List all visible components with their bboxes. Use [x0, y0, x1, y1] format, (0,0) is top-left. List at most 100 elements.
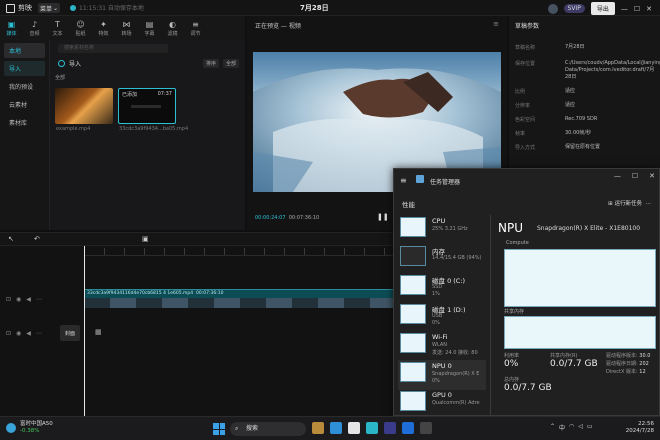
select-tool-icon[interactable]: ↖ [8, 235, 14, 243]
undo-icon[interactable]: ↶ [34, 235, 40, 243]
tool-text[interactable]: T 文本 [46, 16, 69, 40]
thumb-duration: 07:37 [157, 91, 172, 97]
more-icon[interactable]: ⋯ [36, 296, 42, 303]
perf-item[interactable]: 磁盘 0 (C:) SSD 1% [398, 273, 486, 303]
menu-button[interactable]: 菜单 ⌄ [38, 3, 60, 13]
lock-icon[interactable]: ⊡ [6, 296, 11, 303]
import-icon [58, 60, 65, 67]
perf-item[interactable]: 磁盘 1 (D:) USB 0% [398, 302, 486, 332]
adjust-icon: ≡ [192, 19, 199, 29]
screenshot-icon[interactable]: ▣ [142, 235, 149, 243]
volume-icon[interactable]: ◁ [578, 423, 583, 432]
start-button[interactable] [213, 423, 225, 435]
tool-caption[interactable]: ▤ 字幕 [138, 16, 161, 40]
driver-info: 驱动程序版本: 30.0 驱动程序日期: 202 DirectX 版本: 12 [606, 352, 650, 376]
media-thumb-example[interactable] [55, 88, 113, 124]
minimize-icon[interactable]: — [614, 172, 621, 180]
pause-icon[interactable]: ❚❚ [377, 213, 389, 221]
chrome-icon[interactable] [348, 422, 360, 434]
battery-icon[interactable]: ▭ [587, 423, 593, 432]
perf-item-detail: Qualcomm(R) Adre [432, 400, 480, 406]
store-icon[interactable] [402, 422, 414, 434]
export-button[interactable]: 导出 [590, 2, 615, 15]
taskbar-apps [312, 422, 432, 434]
minimize-icon[interactable]: — [621, 5, 628, 13]
perf-item[interactable]: NPU 0 Snapdragon(R) X E 0% [398, 360, 486, 390]
media-search-input[interactable]: 搜索素材名称 [58, 44, 168, 53]
compute-graph [504, 249, 656, 307]
wifi-icon[interactable]: ◠ [569, 423, 574, 432]
sidenav-library[interactable]: 素材库 [4, 115, 45, 130]
tool-transition[interactable]: ⋈ 转场 [115, 16, 138, 40]
audio-icon[interactable]: ◀ [26, 330, 31, 337]
autosave-icon [70, 4, 76, 11]
sidenav-cloud[interactable]: 云素材 [4, 97, 45, 112]
capcut-icon[interactable] [366, 422, 378, 434]
eye-icon[interactable]: ◉ [16, 330, 21, 337]
close-icon[interactable]: ✕ [646, 5, 652, 13]
tool-sticker[interactable]: ☺ 贴纸 [69, 16, 92, 40]
menu-icon[interactable]: ≡ [493, 20, 499, 28]
detail-value: C:/Users/coudv/AppData/Local/JianyingPro… [565, 60, 660, 80]
playhead[interactable] [84, 246, 85, 416]
perf-item-value: 0% [432, 378, 440, 384]
detail-value: Rec.709 SDR [565, 116, 598, 122]
detail-value: 保留在原有位置 [565, 144, 601, 150]
sort-button[interactable]: 排序 [202, 59, 219, 68]
maximize-icon[interactable]: ☐ [632, 172, 638, 180]
thumb-waveform [131, 105, 161, 108]
tool-filter[interactable]: ◐ 滤镜 [161, 16, 184, 40]
detail-value: 适应 [565, 88, 576, 94]
sidenav-presets[interactable]: 我的预设 [4, 79, 45, 94]
avatar[interactable] [547, 3, 558, 14]
detail-value: 30.00帧/秒 [565, 130, 591, 136]
svip-badge[interactable]: SVIP [563, 4, 585, 13]
taskbar: 富时中国A50 -0.38% ⌕ 搜索 ⌃ 中 ◠ ◁ ▭ 22:56 2024/7/28 [0, 416, 660, 440]
run-new-task-button[interactable]: ⊞ 运行新任务 ⋯ [608, 199, 651, 207]
tool-effects[interactable]: ✦ 特效 [92, 16, 115, 40]
eye-icon[interactable]: ◉ [16, 296, 21, 303]
file-explorer-icon[interactable] [312, 422, 324, 434]
media-thumb-clip[interactable]: 已添加 07:37 [118, 88, 176, 124]
more-icon[interactable]: ⋯ [36, 330, 42, 337]
tool-audio[interactable]: ♪ 音频 [23, 16, 46, 40]
clock[interactable]: 22:56 2024/7/28 [626, 421, 654, 435]
detail-row: 帧率 30.00帧/秒 [515, 130, 660, 137]
window-controls: — ☐ ✕ [614, 172, 655, 180]
search-label: 搜索 [246, 425, 259, 432]
sidenav-local[interactable]: 本地 [4, 43, 45, 58]
perf-item[interactable]: GPU 0 Qualcomm(R) Adre [398, 389, 486, 419]
lock-icon[interactable]: ⊡ [6, 330, 11, 337]
autosave-status: 11:15:31 自动保存本地 [70, 3, 144, 12]
details-title: 草稿参数 [515, 23, 540, 30]
detail-row: 色彩空间 Rec.709 SDR [515, 116, 660, 123]
maximize-icon[interactable]: ☐ [634, 5, 640, 13]
cover-button[interactable]: 封面 [60, 325, 80, 341]
taskmgr-taskbar-icon[interactable] [420, 422, 432, 434]
import-button[interactable]: 导入 [58, 59, 81, 68]
edge-icon[interactable] [330, 422, 342, 434]
media-sidenav: 本地 导入 我的预设 云素材 素材库 [0, 40, 50, 230]
widget-stock[interactable]: 富时中国A50 -0.38% [6, 421, 53, 435]
media-icon: ▣ [7, 19, 16, 29]
perf-item[interactable]: 内存 14.4/15.4 GB (94%) [398, 244, 486, 274]
perf-item[interactable]: Wi-Fi WLAN 发送: 24.0 接收: 80 [398, 331, 486, 361]
hamburger-icon[interactable]: ≡ [400, 176, 407, 185]
filter-all-button[interactable]: 全部 [222, 59, 239, 68]
perf-item-name: NPU 0 [432, 362, 452, 370]
tool-media[interactable]: ▣ 媒体 [0, 16, 23, 40]
ime-indicator[interactable]: 中 [559, 423, 565, 432]
tool-adjust[interactable]: ≡ 调节 [184, 16, 207, 40]
tool-label: 字幕 [144, 30, 155, 37]
perf-item[interactable]: CPU 25% 3.21 GHz [398, 215, 486, 245]
sidenav-import[interactable]: 导入 [4, 61, 45, 76]
tool-label: 转场 [121, 30, 132, 37]
teams-icon[interactable] [384, 422, 396, 434]
performance-label: 性能 [402, 201, 415, 209]
taskbar-search[interactable]: ⌕ 搜索 [230, 422, 306, 436]
chevron-up-icon[interactable]: ⌃ [550, 423, 555, 432]
stat-label: 驱动程序版本: [606, 353, 638, 359]
close-icon[interactable]: ✕ [649, 172, 655, 180]
detail-row: 导入方式 保留在原有位置 [515, 144, 660, 151]
audio-icon[interactable]: ◀ [26, 296, 31, 303]
